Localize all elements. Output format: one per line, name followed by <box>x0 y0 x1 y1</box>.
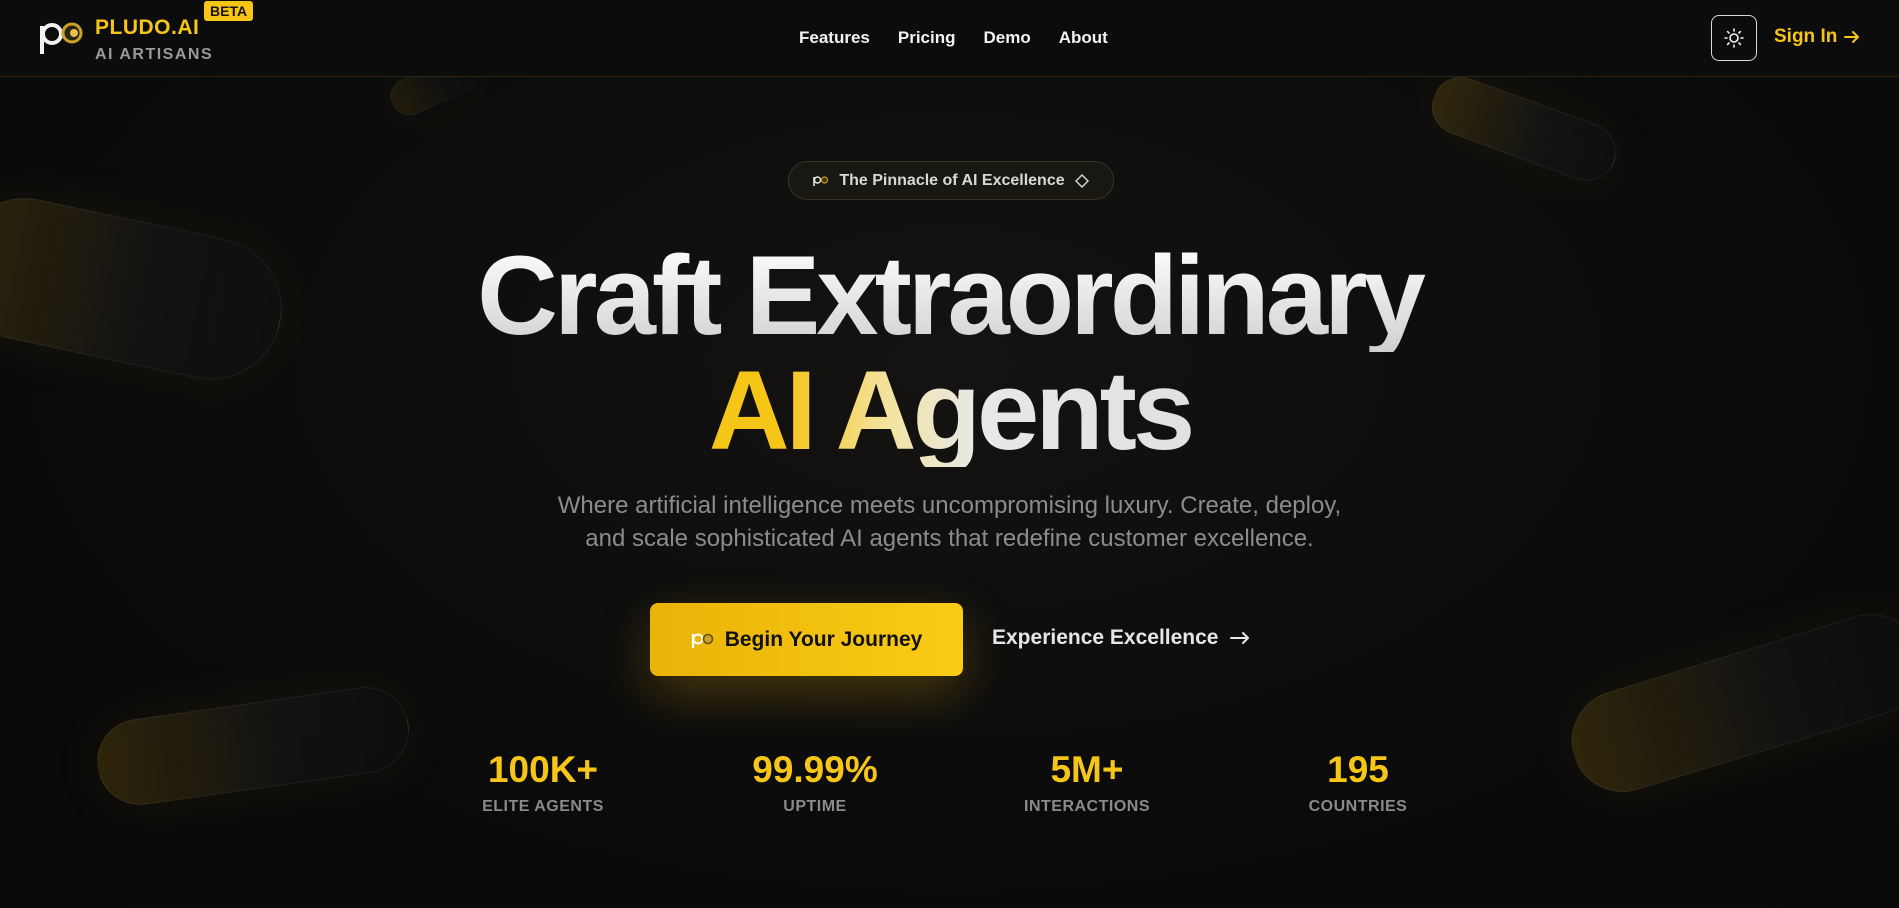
stat-uptime: 99.99% UPTIME <box>715 751 915 816</box>
beta-badge: BETA <box>204 1 254 21</box>
experience-excellence-label: Experience Excellence <box>992 626 1219 649</box>
top-nav-bar: PLUDO.AI BETA AI ARTISANS Features Prici… <box>0 0 1899 77</box>
begin-journey-label: Begin Your Journey <box>724 627 923 651</box>
hero-headline-line-1: Craft Extraordinary <box>0 240 1899 352</box>
stat-elite-agents: 100K+ ELITE AGENTS <box>443 751 643 816</box>
sun-icon <box>1724 28 1744 48</box>
nav-link-demo[interactable]: Demo <box>984 28 1031 48</box>
stat-label: INTERACTIONS <box>1024 798 1150 815</box>
stats-row: 100K+ ELITE AGENTS 99.99% UPTIME 5M+ INT… <box>0 751 1899 831</box>
experience-excellence-link[interactable]: Experience Excellence <box>992 626 1250 650</box>
stat-label: COUNTRIES <box>1308 798 1408 815</box>
nav-link-features[interactable]: Features <box>799 28 870 48</box>
stat-value: 99.99% <box>752 749 878 790</box>
hero-subtitle: Where artificial intelligence meets unco… <box>0 489 1899 555</box>
stat-value: 100K+ <box>487 749 599 790</box>
pludo-logo-icon <box>691 633 714 648</box>
stat-interactions: 5M+ INTERACTIONS <box>987 751 1187 816</box>
pludo-logo-icon[interactable] <box>38 16 86 56</box>
hero-subtitle-line-1: Where artificial intelligence meets unco… <box>557 492 1342 519</box>
arrow-right-icon <box>1844 31 1860 43</box>
main-nav: Features Pricing Demo About <box>799 28 1108 48</box>
diamond-icon <box>1074 173 1089 188</box>
hero-headline-line-2: AI Agents <box>690 355 1210 467</box>
arrow-right-icon <box>1230 632 1250 644</box>
sign-in-link[interactable]: Sign In <box>1774 26 1861 48</box>
pludo-logo-icon <box>813 175 829 186</box>
brand-tagline: AI ARTISANS <box>95 46 214 63</box>
hero-subtitle-line-2: and scale sophisticated AI agents that r… <box>585 525 1314 552</box>
stat-countries: 195 COUNTRIES <box>1258 751 1458 816</box>
stat-label: UPTIME <box>783 798 847 815</box>
decorative-capsule <box>1423 68 1625 190</box>
stat-label: ELITE AGENTS <box>482 798 604 815</box>
sign-in-label: Sign In <box>1774 26 1838 47</box>
stat-value: 195 <box>1327 749 1389 790</box>
nav-link-pricing[interactable]: Pricing <box>898 28 956 48</box>
landing-page: PLUDO.AI BETA AI ARTISANS Features Prici… <box>0 0 1899 908</box>
nav-link-about[interactable]: About <box>1059 28 1108 48</box>
begin-journey-button[interactable]: Begin Your Journey <box>650 603 963 676</box>
hero-badge-pill: The Pinnacle of AI Excellence <box>788 161 1114 200</box>
brand-name[interactable]: PLUDO.AI <box>95 16 199 40</box>
theme-toggle-button[interactable] <box>1711 15 1757 61</box>
stat-value: 5M+ <box>1050 749 1124 790</box>
hero-badge-text: The Pinnacle of AI Excellence <box>839 171 1065 189</box>
